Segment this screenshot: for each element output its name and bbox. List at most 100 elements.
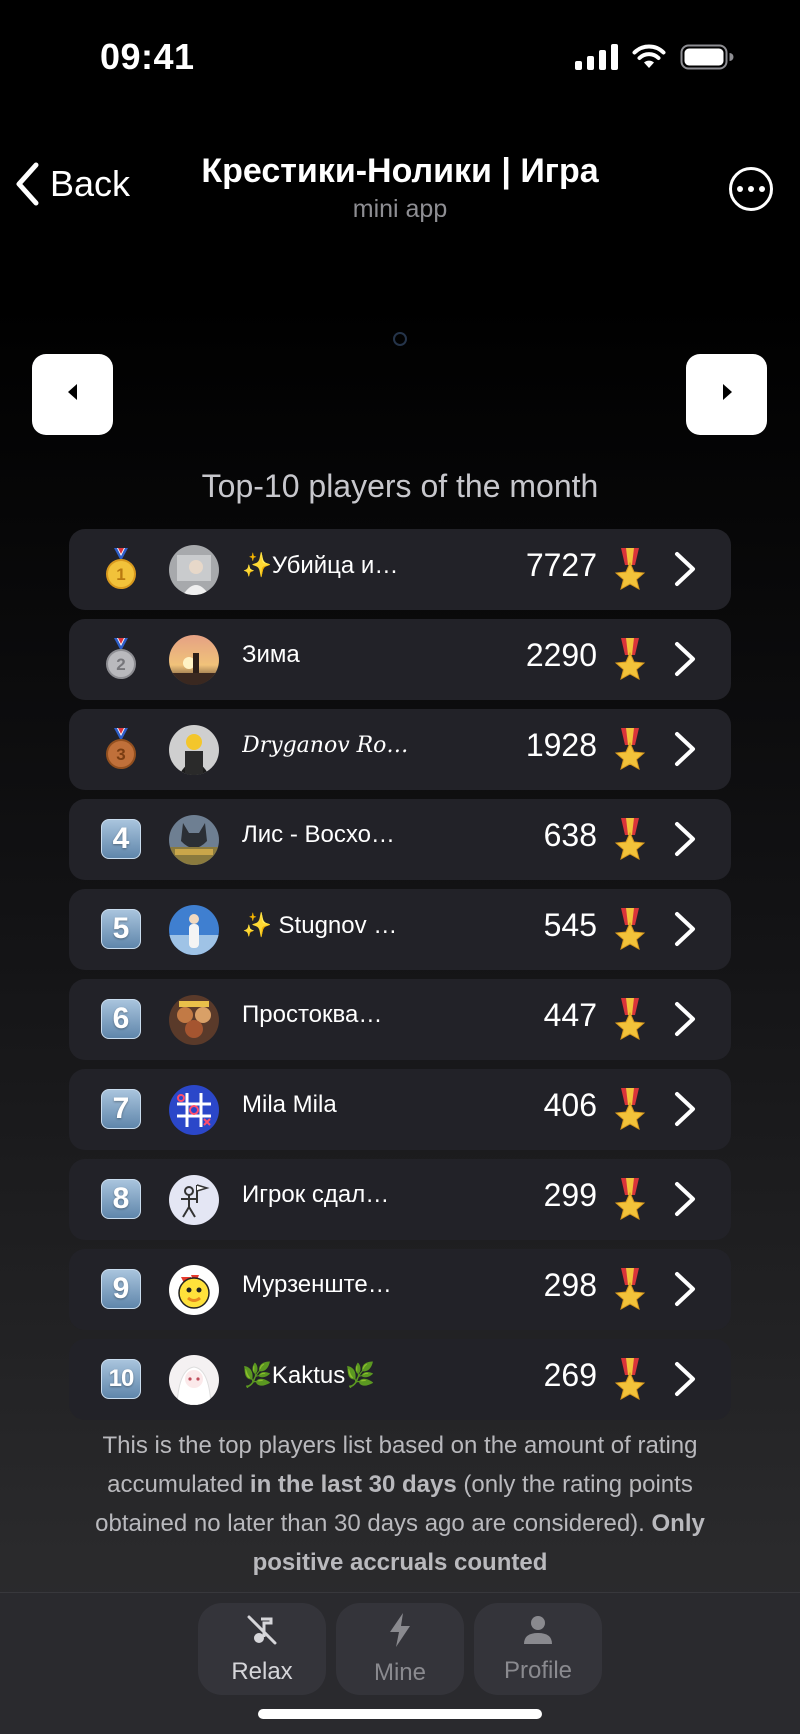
avatar [169,545,219,595]
player-score: 299 [543,1177,597,1213]
chevron-left-icon [14,162,40,206]
military-medal-icon [614,817,646,866]
player-name: Простоква… [242,1001,383,1028]
avatar [169,1085,219,1135]
player-score: 406 [543,1087,597,1123]
player-name: Mila Mila [242,1091,337,1118]
chevron-right-icon [673,821,697,862]
avatar [169,1175,219,1225]
player-score: 269 [543,1357,597,1393]
rank-badge: 9 [100,1268,142,1310]
page-subtitle: mini app [352,195,448,223]
player-row[interactable]: 10 🌿Kaktus🌿 269 [69,1339,731,1420]
rank-badge: 5 [100,908,142,950]
rank-number: 7 [101,1089,141,1129]
avatar [169,635,219,685]
chevron-right-icon [673,641,697,682]
gold-medal-icon: 1 [100,548,142,590]
app-header: Back Крестики-Нолики | Игра mini app [0,140,800,240]
player-name: ✨Убийца и… [242,552,399,579]
player-score: 298 [543,1267,597,1303]
rank-number: 2 [116,655,125,674]
chevron-right-icon [673,1271,697,1312]
rank-number: 8 [101,1179,141,1219]
player-row[interactable]: 1 ✨Убийца и… 7727 [69,529,731,610]
avatar [169,1265,219,1315]
rank-number: 4 [101,819,141,859]
more-dot-icon [748,186,754,192]
player-row[interactable]: 5 ✨ Stugnov … 545 [69,889,731,970]
avatar [169,815,219,865]
military-medal-icon [614,997,646,1046]
player-name: Лис - Восхо… [242,821,395,848]
chevron-right-icon [673,1091,697,1132]
chevron-right-icon [673,1361,697,1402]
status-bar: 09:41 [0,0,800,120]
leaderboard-title: Top-10 players of the month [201,468,599,504]
player-score: 2290 [525,637,597,673]
military-medal-icon [614,1267,646,1316]
chevron-right-icon [673,1181,697,1222]
player-row[interactable]: 7 Mila Mila 406 [69,1069,731,1150]
player-name: Игрок сдал… [242,1181,390,1208]
player-score: 638 [543,817,597,853]
lightning-icon [386,1612,414,1653]
player-score: 545 [543,907,597,943]
home-indicator [258,1709,542,1719]
battery-icon [680,44,734,70]
header-title-group: Крестики-Нолики | Игра mini app [150,152,650,224]
caret-right-icon [720,383,734,406]
military-medal-icon [614,907,646,956]
rank-number: 5 [101,909,141,949]
chevron-right-icon [673,731,697,772]
rank-badge: 6 [100,998,142,1040]
next-period-button[interactable] [686,354,767,435]
player-row[interactable]: 9 Мурзенште… 298 [69,1249,731,1330]
avatar [169,905,219,955]
rank-number: 1 [116,565,125,584]
player-score: 447 [543,997,597,1033]
player-score: 1928 [525,727,597,763]
player-name: 🌿Kaktus🌿 [242,1362,376,1389]
military-medal-icon [614,637,646,686]
rank-number: 3 [116,745,125,764]
tab-label: Mine [373,1658,427,1686]
rank-badge: 4 [100,818,142,860]
military-medal-icon [614,1357,646,1406]
rank-badge: 7 [100,1088,142,1130]
player-row[interactable]: 6 Простоква… 447 [69,979,731,1060]
rank-number: 9 [101,1269,141,1309]
more-dot-icon [759,186,765,192]
player-name: ✨ Stugnov … [242,912,398,939]
rank-number: 10 [101,1359,141,1399]
avatar [169,1355,219,1405]
loading-indicator [393,332,407,346]
music-off-icon [245,1613,279,1652]
chevron-right-icon [673,551,697,592]
player-name: 𝐷𝑟𝑦𝑔𝑎𝑛𝑜𝑣 𝑅𝑜… [242,733,409,758]
player-list: 1 ✨Убийца и… 7727 2 Зима 2290 3 𝐷𝑟𝑦𝑔𝑎𝑛𝑜𝑣… [69,529,731,1429]
chevron-right-icon [673,1001,697,1042]
back-button[interactable]: Back [14,162,130,206]
previous-period-button[interactable] [32,354,113,435]
more-options-button[interactable] [729,167,773,211]
bronze-medal-icon: 3 [100,728,142,770]
tab-label: Profile [503,1656,573,1684]
leaderboard-footnote: This is the top players list based on th… [60,1426,740,1582]
caret-left-icon [66,383,80,406]
more-dot-icon [737,186,743,192]
player-row[interactable]: 4 Лис - Восхо… 638 [69,799,731,880]
player-row[interactable]: 8 Игрок сдал… 299 [69,1159,731,1240]
rank-badge: 10 [100,1358,142,1400]
tab-relax[interactable]: Relax [198,1603,326,1695]
player-row[interactable]: 3 𝐷𝑟𝑦𝑔𝑎𝑛𝑜𝑣 𝑅𝑜… 1928 [69,709,731,790]
player-name: Мурзенште… [242,1271,392,1298]
avatar [169,995,219,1045]
tab-mine[interactable]: Mine [336,1603,464,1695]
military-medal-icon [614,1177,646,1226]
player-row[interactable]: 2 Зима 2290 [69,619,731,700]
rank-number: 6 [101,999,141,1039]
tab-profile[interactable]: Profile [474,1603,602,1695]
player-name: Зима [242,641,300,668]
player-score: 7727 [525,547,597,583]
